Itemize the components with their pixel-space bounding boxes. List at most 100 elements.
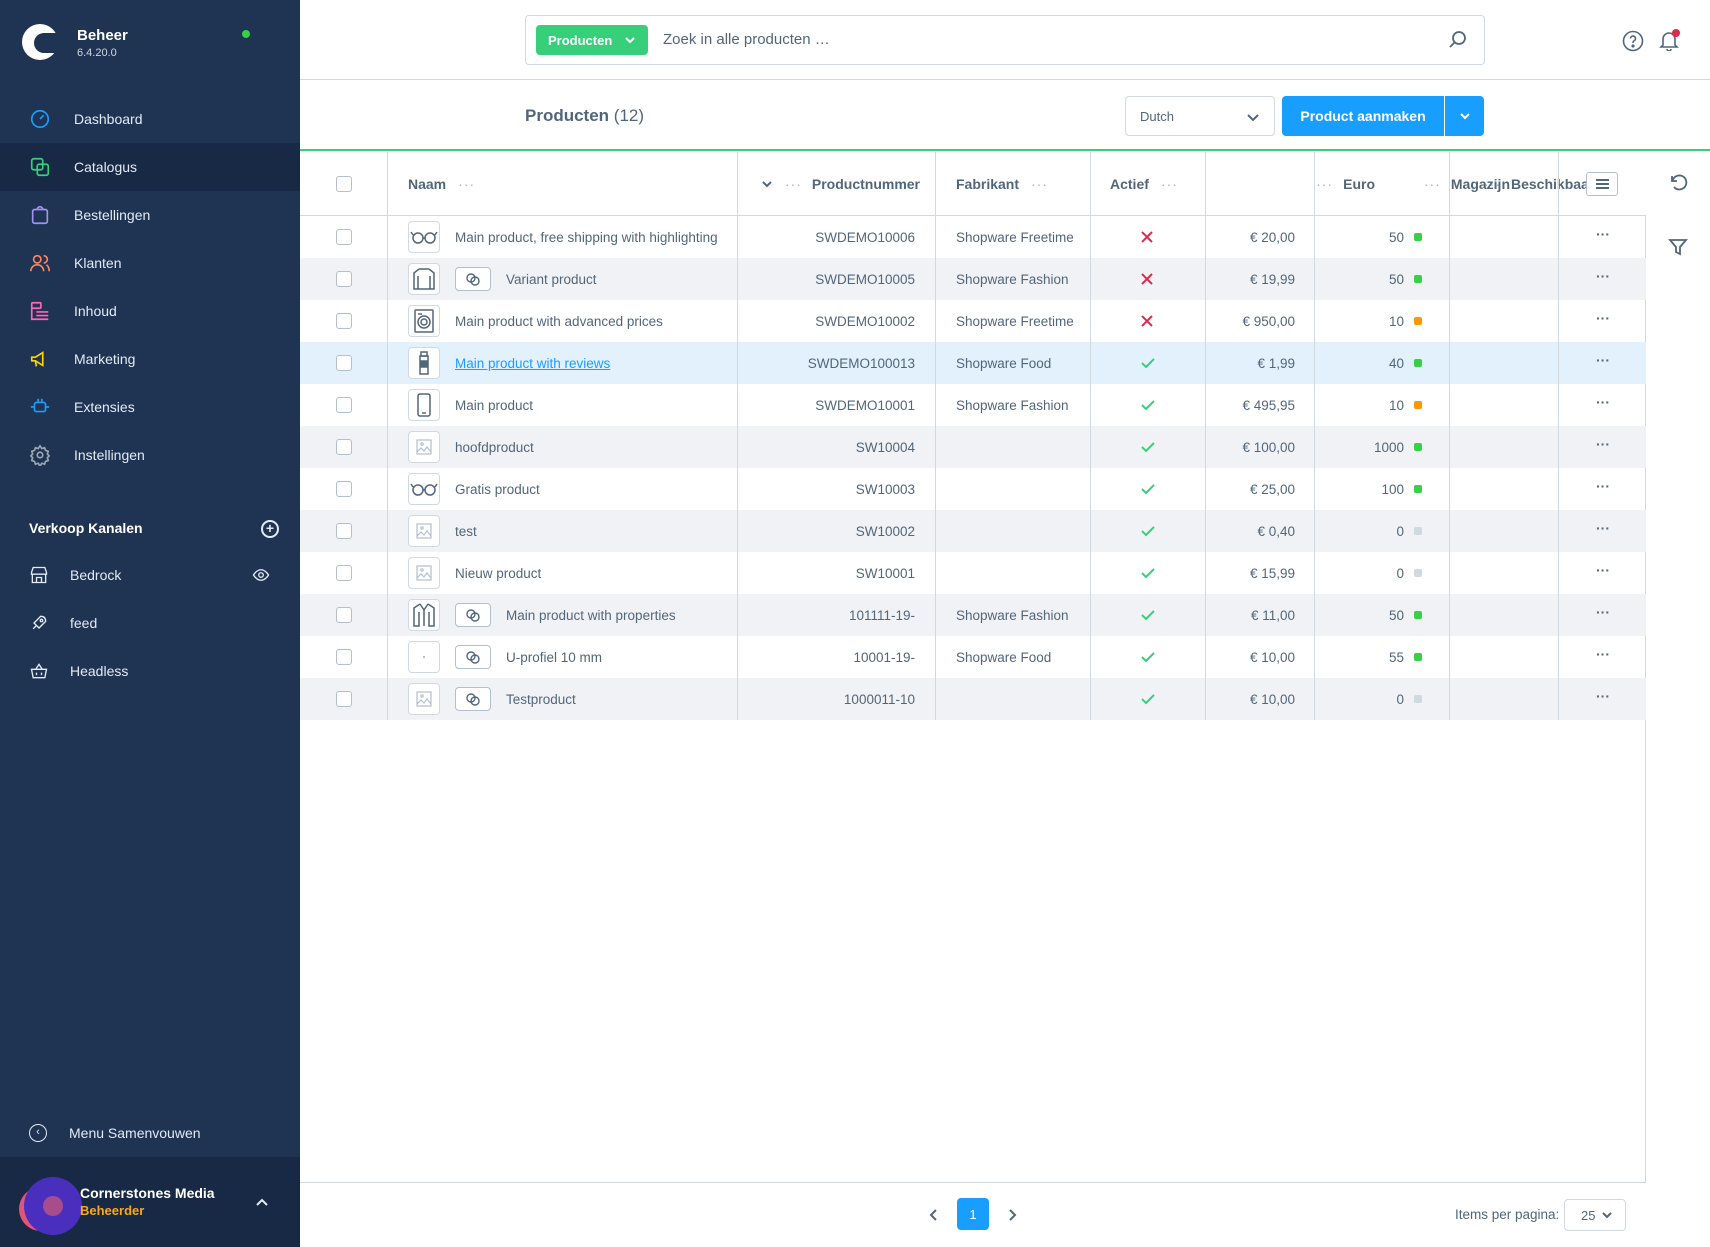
search-input[interactable]: Zoek in alle producten …: [663, 31, 830, 48]
variants-icon[interactable]: [455, 603, 491, 627]
table-row[interactable]: test SW10002 € 0,40 0 ···: [300, 510, 1646, 552]
product-name[interactable]: Variant product: [506, 258, 597, 300]
product-name[interactable]: Main product, free shipping with highlig…: [455, 216, 718, 258]
row-select-checkbox[interactable]: [336, 229, 352, 245]
row-actions-icon[interactable]: ···: [1596, 227, 1610, 244]
row-actions-icon[interactable]: ···: [1596, 605, 1610, 622]
row-select-checkbox[interactable]: [336, 523, 352, 539]
table-row[interactable]: Variant product SWDEMO10005 Shopware Fashi…: [300, 258, 1646, 300]
product-name[interactable]: Main product with properties: [506, 594, 676, 636]
user-profile-area[interactable]: Cornerstones Media Beheerder: [0, 1157, 300, 1247]
row-actions-icon[interactable]: ···: [1596, 395, 1610, 412]
chevron-up-icon[interactable]: [255, 1195, 269, 1209]
column-header-number[interactable]: ··· Productnummer: [760, 152, 940, 216]
product-name[interactable]: U-profiel 10 mm: [506, 636, 602, 678]
row-select-checkbox[interactable]: [336, 691, 352, 707]
table-row[interactable]: Main product with properties 101111-19- Sh…: [300, 594, 1646, 636]
row-actions-icon[interactable]: ···: [1596, 647, 1610, 664]
column-options-icon[interactable]: ···: [1424, 176, 1441, 192]
table-row[interactable]: hoofdproduct SW10004 € 100,00 1000 ···: [300, 426, 1646, 468]
row-select-checkbox[interactable]: [336, 607, 352, 623]
row-select-checkbox[interactable]: [336, 313, 352, 329]
row-select-checkbox[interactable]: [336, 439, 352, 455]
product-name[interactable]: Main product with reviews: [455, 342, 610, 384]
row-actions-icon[interactable]: ···: [1596, 269, 1610, 286]
refresh-icon[interactable]: [1668, 172, 1688, 192]
eye-icon[interactable]: [252, 566, 270, 584]
global-search[interactable]: Producten Zoek in alle producten …: [525, 15, 1485, 65]
table-row[interactable]: U-profiel 10 mm 10001-19- Shopware Food € 1…: [300, 636, 1646, 678]
product-name[interactable]: Gratis product: [455, 468, 540, 510]
sales-channel-headless[interactable]: Headless: [0, 647, 300, 695]
product-name[interactable]: test: [455, 510, 477, 552]
items-per-page-select[interactable]: 25: [1564, 1199, 1626, 1231]
page-button-current[interactable]: 1: [957, 1198, 989, 1230]
column-header-active[interactable]: Actief ···: [1110, 152, 1178, 216]
table-row[interactable]: Testproduct 1000011-10 € 10,00 0 ···: [300, 678, 1646, 720]
create-product-button[interactable]: Product aanmaken: [1282, 96, 1444, 136]
grid-settings-button[interactable]: [1586, 172, 1618, 196]
column-header-available[interactable]: ··· Beschikbaar: [1484, 152, 1586, 216]
product-name[interactable]: Main product: [455, 384, 533, 426]
search-icon[interactable]: [1448, 30, 1468, 50]
help-icon[interactable]: [1622, 30, 1644, 52]
column-header-manufacturer[interactable]: Fabrikant ···: [956, 152, 1048, 216]
language-select[interactable]: Dutch: [1125, 96, 1275, 136]
sales-channel-bedrock[interactable]: Bedrock: [0, 551, 300, 599]
nav-item-settings[interactable]: Instellingen: [0, 431, 300, 479]
row-select-checkbox[interactable]: [336, 649, 352, 665]
search-type-dropdown[interactable]: Producten: [536, 25, 648, 55]
nav-item-orders[interactable]: Bestellingen: [0, 191, 300, 239]
variants-icon[interactable]: [455, 687, 491, 711]
chevron-left-icon[interactable]: [928, 1208, 940, 1222]
chevron-right-icon[interactable]: [1006, 1208, 1018, 1222]
nav-item-content[interactable]: Inhoud: [0, 287, 300, 335]
nav-item-customers[interactable]: Klanten: [0, 239, 300, 287]
row-select-checkbox[interactable]: [336, 481, 352, 497]
column-options-icon[interactable]: ···: [458, 176, 475, 192]
add-sales-channel-icon[interactable]: +: [261, 520, 279, 538]
active-check-icon: [1141, 426, 1155, 468]
row-actions-icon[interactable]: ···: [1596, 353, 1610, 370]
product-stock: 0: [1315, 552, 1422, 594]
column-options-icon[interactable]: ···: [1161, 176, 1178, 192]
row-actions-icon[interactable]: ···: [1596, 521, 1610, 538]
table-row[interactable]: Main product, free shipping with highlig…: [300, 216, 1646, 258]
create-product-options-button[interactable]: [1445, 96, 1484, 136]
column-options-icon[interactable]: ···: [1031, 176, 1048, 192]
nav-item-catalog[interactable]: Catalogus: [0, 143, 300, 191]
column-options-icon[interactable]: ···: [1316, 176, 1333, 192]
row-select-checkbox[interactable]: [336, 565, 352, 581]
row-actions-icon[interactable]: ···: [1596, 437, 1610, 454]
table-row[interactable]: Nieuw product SW10001 € 15,99 0 ···: [300, 552, 1646, 594]
row-actions-icon[interactable]: ···: [1596, 479, 1610, 496]
nav-item-marketing[interactable]: Marketing: [0, 335, 300, 383]
row-select-checkbox[interactable]: [336, 271, 352, 287]
row-actions-icon[interactable]: ···: [1596, 311, 1610, 328]
product-name[interactable]: Main product with advanced prices: [455, 300, 663, 342]
product-name[interactable]: hoofdproduct: [455, 426, 534, 468]
column-options-icon[interactable]: ···: [1484, 176, 1501, 192]
nav-item-extensions[interactable]: Extensies: [0, 383, 300, 431]
column-header-name[interactable]: Naam ···: [408, 152, 475, 216]
table-row[interactable]: Main product SWDEMO10001 Shopware Fashion €…: [300, 384, 1646, 426]
sort-descending-icon[interactable]: [761, 178, 773, 190]
sales-channel-feed[interactable]: feed: [0, 599, 300, 647]
variants-icon[interactable]: [455, 645, 491, 669]
row-select-checkbox[interactable]: [336, 355, 352, 371]
nav-item-dashboard[interactable]: Dashboard: [0, 95, 300, 143]
stock-value: 50: [1388, 607, 1404, 623]
product-name[interactable]: Nieuw product: [455, 552, 541, 594]
filter-icon[interactable]: [1668, 237, 1688, 257]
table-row[interactable]: Main product with reviews SWDEMO100013 Sho…: [300, 342, 1646, 384]
select-all-checkbox[interactable]: [336, 176, 352, 192]
variants-icon[interactable]: [455, 267, 491, 291]
table-row[interactable]: Gratis product SW10003 € 25,00 100 ···: [300, 468, 1646, 510]
row-actions-icon[interactable]: ···: [1596, 689, 1610, 706]
row-actions-icon[interactable]: ···: [1596, 563, 1610, 580]
collapse-menu-button[interactable]: ‹ Menu Samenvouwen: [29, 1123, 201, 1143]
row-select-checkbox[interactable]: [336, 397, 352, 413]
product-name[interactable]: Testproduct: [506, 678, 576, 720]
column-options-icon[interactable]: ···: [785, 176, 802, 192]
table-row[interactable]: Main product with advanced prices SWDEMO1…: [300, 300, 1646, 342]
